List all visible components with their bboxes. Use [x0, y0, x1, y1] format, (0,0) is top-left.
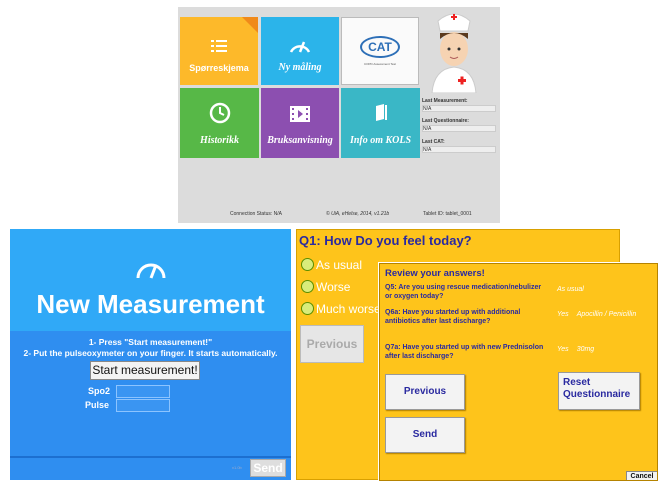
cat-tile[interactable]: CAT COPD Assessment Test	[341, 17, 419, 85]
last-questionnaire-value: N/A	[422, 125, 496, 132]
new-measurement-screen: New Measurement 1- Press "Start measurem…	[10, 229, 291, 480]
answer-detail: 30mg	[576, 346, 595, 353]
option-as-usual[interactable]: As usual	[301, 258, 362, 272]
clock-icon	[209, 102, 230, 124]
list-icon	[211, 40, 227, 52]
version-label: v1.0b	[232, 465, 242, 470]
tablet-id: Tablet ID: tablet_0001	[423, 211, 472, 217]
info-tile[interactable]: Info om KOLS	[341, 88, 420, 158]
reset-questionnaire-button[interactable]: Reset Questionnaire	[558, 372, 640, 410]
review-send-button[interactable]: Send	[385, 417, 465, 453]
start-measurement-button[interactable]: Start measurement!	[90, 361, 200, 380]
radio-icon[interactable]	[301, 258, 314, 271]
manual-tile[interactable]: Bruksanvisning	[261, 88, 339, 158]
send-button[interactable]: Send	[250, 459, 286, 477]
last-cat-label: Last CAT:	[422, 139, 445, 145]
option-much-worse[interactable]: Much worse	[301, 302, 381, 316]
new-measurement-label: Ny måling	[278, 62, 322, 73]
cancel-button[interactable]: Cancel	[626, 471, 657, 480]
review-answer-q7a: Yes 30mg	[557, 346, 594, 353]
option-label: As usual	[316, 258, 363, 272]
pulse-label: Pulse	[85, 400, 110, 410]
cat-subtitle: COPD Assessment Test	[364, 62, 396, 66]
video-icon	[290, 106, 310, 122]
review-answer-q6a: Yes Apocillin / Penicillin	[557, 311, 636, 318]
copyright: © UiA, eHelse, 2014, v1.21b	[326, 211, 390, 217]
questionnaire-tile[interactable]: Spørreskjema	[180, 17, 258, 85]
history-label: Historikk	[200, 135, 239, 146]
review-question-q6a: Q6a: Have you started up with additional…	[385, 309, 521, 325]
connection-status: Connection Status: N/A	[230, 211, 282, 217]
question-title: Q1: How Do you feel today?	[299, 233, 472, 248]
last-measurement-label: Last Measurement:	[422, 98, 468, 104]
answer-value: Yes	[557, 346, 569, 353]
instruction-2: 2- Put the pulseoxymeter on your finger.…	[23, 348, 278, 358]
measurement-header: New Measurement	[10, 229, 291, 331]
questionnaire-label: Spørreskjema	[189, 63, 249, 73]
radio-icon[interactable]	[301, 302, 314, 315]
new-measurement-tile[interactable]: Ny måling	[261, 17, 339, 85]
last-measurement-value: N/A	[422, 105, 496, 112]
pulse-field[interactable]	[116, 399, 170, 412]
book-icon	[375, 104, 387, 121]
review-answer-q5: As usual	[557, 286, 584, 293]
bottom-bar	[10, 456, 291, 480]
history-tile[interactable]: Historikk	[180, 88, 259, 158]
answer-detail: Apocillin / Penicillin	[576, 311, 637, 318]
answer-value: As usual	[557, 286, 584, 293]
info-label: Info om KOLS	[349, 135, 412, 146]
cat-logo: CAT	[360, 36, 400, 58]
manual-label: Bruksanvisning	[267, 135, 333, 146]
answer-value: Yes	[557, 311, 569, 318]
gauge-icon	[289, 41, 311, 53]
review-previous-button[interactable]: Previous	[385, 374, 465, 410]
corner-flag-icon	[242, 17, 258, 33]
previous-button[interactable]: Previous	[300, 325, 364, 363]
option-label: Worse	[316, 280, 351, 294]
spo2-field[interactable]	[116, 385, 170, 398]
instruction-1: 1- Press "Start measurement!"	[88, 337, 213, 347]
last-questionnaire-label: Last Questionnaire:	[422, 118, 469, 124]
option-worse[interactable]: Worse	[301, 280, 350, 294]
gauge-icon	[136, 263, 166, 279]
review-question-q7a: Q7a: Have you started up with new Predni…	[385, 344, 544, 360]
doctor-avatar	[431, 13, 477, 93]
review-question-q5: Q5: Are you using rescue medication/nebu…	[385, 284, 542, 300]
home-screen: Spørreskjema Ny måling CAT COPD Assessme…	[178, 7, 500, 223]
last-cat-value: N/A	[422, 146, 496, 153]
review-title: Review your answers!	[385, 268, 485, 279]
radio-icon[interactable]	[301, 280, 314, 293]
option-label: Much worse	[316, 302, 381, 316]
review-dialog: Review your answers! Q5: Are you using r…	[379, 263, 658, 481]
measurement-title: New Measurement	[36, 289, 265, 319]
spo2-label: Spo2	[88, 386, 111, 396]
